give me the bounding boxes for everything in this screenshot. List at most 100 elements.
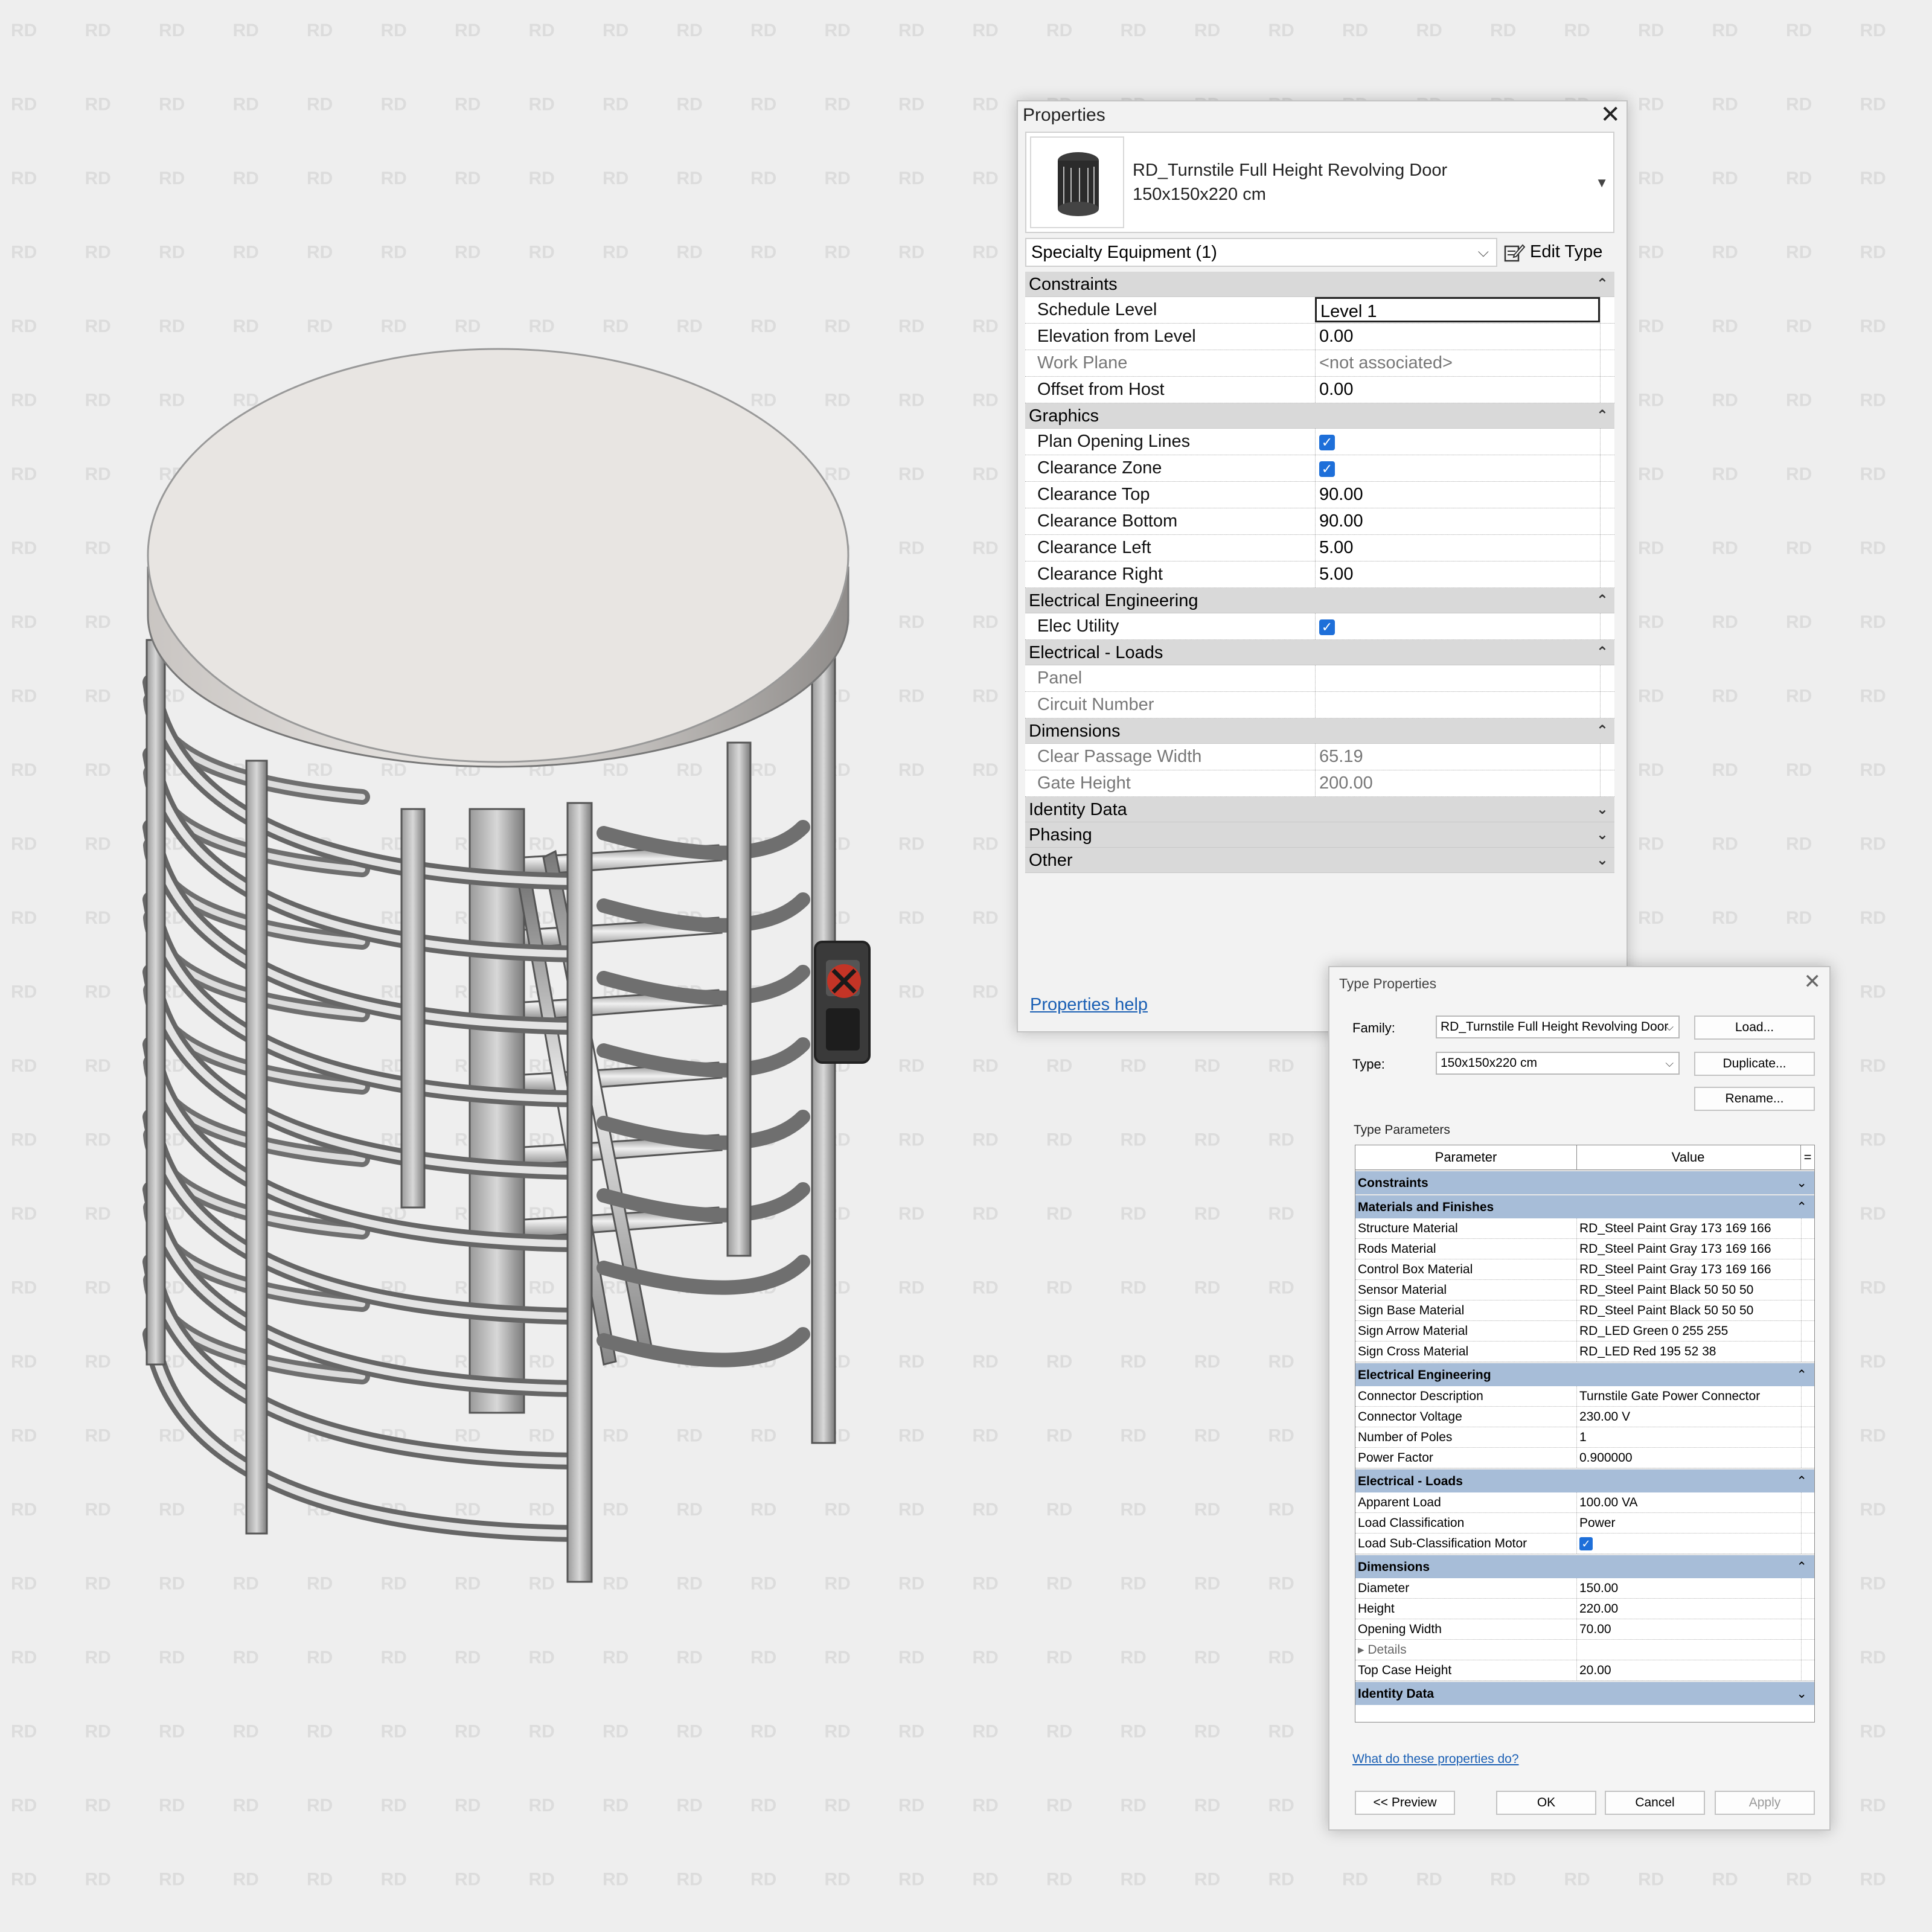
parameter-value[interactable]: RD_Steel Paint Gray 173 169 166	[1576, 1239, 1800, 1259]
formula-cell[interactable]	[1801, 1578, 1814, 1598]
section-header[interactable]: Electrical - Loads ⌃	[1355, 1468, 1814, 1492]
property-value[interactable]: Level 1	[1315, 297, 1600, 322]
parameter-value[interactable]: RD_LED Green 0 255 255	[1576, 1321, 1800, 1341]
checkbox-icon[interactable]: ✓	[1319, 619, 1335, 635]
property-value[interactable]: 0.00	[1315, 324, 1600, 350]
parameter-value[interactable]: Power	[1576, 1513, 1800, 1533]
property-value[interactable]: ✓	[1315, 613, 1600, 639]
parameter-value[interactable]: RD_Steel Paint Black 50 50 50	[1576, 1280, 1800, 1300]
parameter-value[interactable]: RD_Steel Paint Gray 173 169 166	[1576, 1218, 1800, 1238]
associate-parameter-button[interactable]	[1600, 482, 1614, 508]
section-header[interactable]: Graphics ⌃	[1025, 403, 1614, 429]
family-dropdown[interactable]: RD_Turnstile Full Height Revolving Door …	[1436, 1016, 1680, 1038]
parameter-value[interactable]: RD_Steel Paint Black 50 50 50	[1576, 1300, 1800, 1320]
section-header[interactable]: Constraints ⌃	[1025, 272, 1614, 297]
property-value[interactable]: 90.00	[1315, 482, 1600, 508]
section-header[interactable]: Dimensions ⌃	[1025, 718, 1614, 744]
property-value[interactable]: ✓	[1315, 429, 1600, 455]
section-header[interactable]: Electrical Engineering ⌃	[1355, 1362, 1814, 1386]
checkbox-icon[interactable]: ✓	[1579, 1537, 1593, 1550]
associate-parameter-button[interactable]	[1600, 350, 1614, 376]
formula-cell[interactable]	[1801, 1321, 1814, 1341]
properties-help-link[interactable]: Properties help	[1030, 995, 1148, 1015]
collapse-chevron-icon[interactable]: ⌃	[1596, 403, 1608, 429]
associate-parameter-button[interactable]	[1600, 297, 1614, 323]
section-header[interactable]: Identity Data ⌄	[1025, 797, 1614, 822]
formula-cell[interactable]	[1801, 1259, 1814, 1279]
collapse-chevron-icon[interactable]: ⌃	[1796, 1470, 1807, 1494]
associate-parameter-button[interactable]	[1600, 508, 1614, 534]
associate-parameter-button[interactable]	[1600, 535, 1614, 561]
formula-cell[interactable]	[1801, 1513, 1814, 1533]
associate-parameter-button[interactable]	[1600, 665, 1614, 691]
duplicate-button[interactable]: Duplicate...	[1694, 1052, 1815, 1076]
section-header[interactable]: Electrical - Loads ⌃	[1025, 640, 1614, 665]
formula-cell[interactable]	[1801, 1427, 1814, 1447]
formula-cell[interactable]	[1801, 1534, 1814, 1553]
property-value[interactable]: ✓	[1315, 455, 1600, 481]
preview-button[interactable]: << Preview	[1355, 1791, 1455, 1815]
formula-cell[interactable]	[1801, 1640, 1814, 1660]
close-icon[interactable]: ✕	[1804, 970, 1822, 994]
associate-parameter-button[interactable]	[1600, 429, 1614, 455]
property-value[interactable]: 0.00	[1315, 377, 1600, 403]
type-dropdown[interactable]: 150x150x220 cm ⌵	[1436, 1052, 1680, 1075]
formula-cell[interactable]	[1801, 1300, 1814, 1320]
associate-parameter-button[interactable]	[1600, 744, 1614, 770]
associate-parameter-button[interactable]	[1600, 324, 1614, 350]
section-header[interactable]: Electrical Engineering ⌃	[1025, 588, 1614, 613]
parameter-value[interactable]: 70.00	[1576, 1619, 1800, 1639]
property-value[interactable]: 90.00	[1315, 508, 1600, 534]
checkbox-icon[interactable]: ✓	[1319, 435, 1335, 450]
section-header[interactable]: Identity Data ⌄	[1355, 1681, 1814, 1705]
parameter-value[interactable]: 100.00 VA	[1576, 1492, 1800, 1512]
collapse-chevron-icon[interactable]: ⌃	[1796, 1363, 1807, 1387]
parameter-value[interactable]: 230.00 V	[1576, 1407, 1800, 1427]
collapse-chevron-icon[interactable]: ⌃	[1596, 272, 1608, 297]
formula-cell[interactable]	[1801, 1448, 1814, 1468]
collapse-chevron-icon[interactable]: ⌃	[1796, 1555, 1807, 1579]
formula-cell[interactable]	[1801, 1280, 1814, 1300]
checkbox-icon[interactable]: ✓	[1319, 461, 1335, 477]
parameter-value[interactable]: ✓	[1576, 1534, 1800, 1553]
associate-parameter-button[interactable]	[1600, 377, 1614, 403]
formula-cell[interactable]	[1801, 1599, 1814, 1619]
category-filter-dropdown[interactable]: Specialty Equipment (1) ⌵	[1025, 238, 1497, 267]
formula-cell[interactable]	[1801, 1218, 1814, 1238]
property-value[interactable]: 5.00	[1315, 561, 1600, 587]
apply-button[interactable]: Apply	[1715, 1791, 1815, 1815]
parameter-value[interactable]: Turnstile Gate Power Connector	[1576, 1386, 1800, 1406]
section-header[interactable]: Phasing ⌄	[1025, 822, 1614, 848]
parameter-value[interactable]: 0.900000	[1576, 1448, 1800, 1468]
column-header-formula[interactable]: =	[1800, 1145, 1814, 1169]
property-value[interactable]: 5.00	[1315, 535, 1600, 561]
parameter-name[interactable]: ▸ Details	[1358, 1640, 1407, 1660]
type-selector[interactable]: RD_Turnstile Full Height Revolving Door …	[1025, 132, 1614, 233]
load-button[interactable]: Load...	[1694, 1016, 1815, 1040]
cancel-button[interactable]: Cancel	[1605, 1791, 1705, 1815]
parameter-value[interactable]: 150.00	[1576, 1578, 1800, 1598]
parameter-value[interactable]: 1	[1576, 1427, 1800, 1447]
ok-button[interactable]: OK	[1496, 1791, 1596, 1815]
associate-parameter-button[interactable]	[1600, 455, 1614, 481]
expand-chevron-icon[interactable]: ⌄	[1596, 822, 1608, 848]
formula-cell[interactable]	[1801, 1386, 1814, 1406]
column-header-parameter[interactable]: Parameter	[1355, 1145, 1577, 1169]
collapse-chevron-icon[interactable]: ⌃	[1596, 718, 1608, 744]
collapse-chevron-icon[interactable]: ⌃	[1596, 588, 1608, 613]
collapse-chevron-icon[interactable]: ⌃	[1796, 1195, 1807, 1220]
section-header[interactable]: Constraints ⌄	[1355, 1170, 1814, 1194]
parameter-value[interactable]	[1576, 1640, 1800, 1660]
associate-parameter-button[interactable]	[1600, 613, 1614, 639]
properties-help-link[interactable]: What do these properties do?	[1352, 1752, 1519, 1767]
collapse-chevron-icon[interactable]: ⌃	[1596, 640, 1608, 665]
parameter-value[interactable]: 220.00	[1576, 1599, 1800, 1619]
expand-chevron-icon[interactable]: ⌄	[1596, 797, 1608, 822]
formula-cell[interactable]	[1801, 1492, 1814, 1512]
formula-cell[interactable]	[1801, 1660, 1814, 1680]
formula-cell[interactable]	[1801, 1342, 1814, 1361]
associate-parameter-button[interactable]	[1600, 692, 1614, 718]
associate-parameter-button[interactable]	[1600, 561, 1614, 587]
formula-cell[interactable]	[1801, 1619, 1814, 1639]
dropdown-arrow-icon[interactable]: ▼	[1595, 175, 1608, 191]
